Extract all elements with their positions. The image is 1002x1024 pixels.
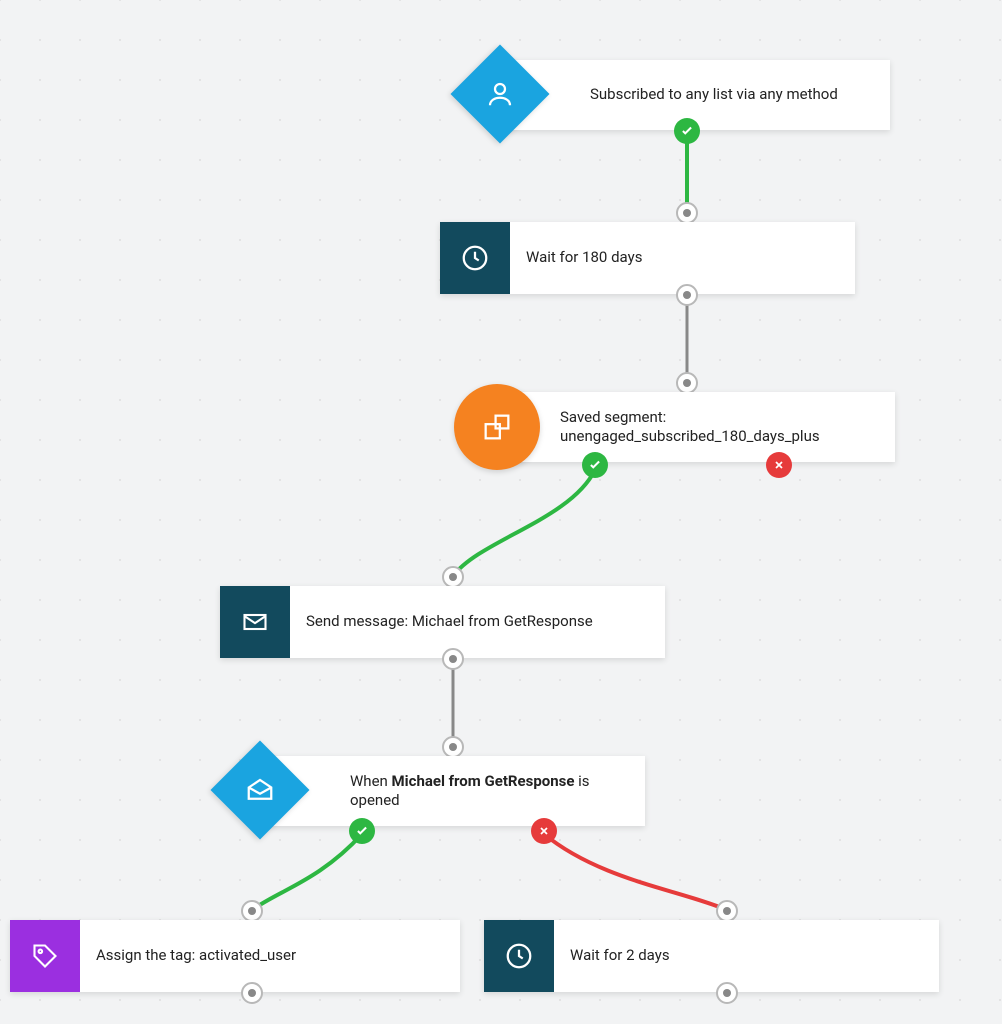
opened-label: When Michael from GetResponse is opened: [350, 772, 629, 811]
user-icon: [485, 79, 515, 109]
clock-icon: [504, 941, 534, 971]
segment-circle: [454, 384, 540, 470]
node-assign-tag[interactable]: Assign the tag: activated_user: [10, 920, 460, 992]
port-wait180-out[interactable]: [676, 284, 698, 306]
workflow-canvas[interactable]: Subscribed to any list via any method Wa…: [0, 0, 1002, 1024]
edge-wait180-to-segment: [0, 0, 1002, 1024]
assign-icon-box: [10, 920, 80, 992]
wait180-icon-box: [440, 222, 510, 294]
edge-send-to-opened: [0, 0, 1002, 1024]
opened-yes-badge[interactable]: [349, 818, 375, 844]
node-wait-180-days[interactable]: Wait for 180 days: [440, 222, 855, 294]
edge-segment-yes-to-send: [0, 0, 1002, 1024]
port-opened-in[interactable]: [442, 736, 464, 758]
node-trigger-subscribed[interactable]: Subscribed to any list via any method: [500, 60, 890, 130]
send-label-value: Michael from GetResponse: [412, 612, 593, 630]
edge-opened-yes-to-assign: [0, 0, 1002, 1024]
open-mail-icon: [245, 775, 275, 805]
wait2-icon-box: [484, 920, 554, 992]
port-wait2-out[interactable]: [716, 982, 738, 1004]
check-icon: [588, 458, 602, 472]
check-icon: [680, 124, 694, 138]
port-assign-out[interactable]: [241, 982, 263, 1004]
node-message-opened[interactable]: When Michael from GetResponse is opened: [260, 756, 645, 826]
wait2-label: Wait for 2 days: [570, 946, 670, 966]
opened-label-bold: Michael from GetResponse: [392, 772, 575, 790]
send-label: Send message: Michael from GetResponse: [306, 612, 593, 632]
edge-trigger-to-wait180: [0, 0, 1002, 1024]
tag-icon: [31, 942, 59, 970]
edge-opened-no-to-wait2: [0, 0, 1002, 1024]
port-assign-in[interactable]: [241, 900, 263, 922]
segment-yes-badge[interactable]: [582, 452, 608, 478]
node-send-message[interactable]: Send message: Michael from GetResponse: [220, 586, 665, 658]
clock-icon: [460, 243, 490, 273]
close-icon: [538, 825, 550, 837]
node-trigger-label: Subscribed to any list via any method: [590, 85, 838, 105]
assign-label: Assign the tag: activated_user: [96, 946, 296, 966]
trigger-yes-badge[interactable]: [674, 118, 700, 144]
node-wait-2-days[interactable]: Wait for 2 days: [484, 920, 939, 992]
send-label-prefix: Send message:: [306, 612, 412, 630]
port-wait180-in[interactable]: [676, 202, 698, 224]
segment-label: Saved segment: unengaged_subscribed_180_…: [560, 408, 879, 447]
node-saved-segment[interactable]: Saved segment: unengaged_subscribed_180_…: [500, 392, 895, 462]
opened-no-badge[interactable]: [531, 818, 557, 844]
port-send-out[interactable]: [442, 648, 464, 670]
wait180-label: Wait for 180 days: [526, 248, 642, 268]
segment-icon: [480, 410, 514, 444]
close-icon: [773, 459, 785, 471]
mail-icon: [241, 608, 269, 636]
send-icon-box: [220, 586, 290, 658]
check-icon: [355, 824, 369, 838]
port-segment-in[interactable]: [676, 372, 698, 394]
port-send-in[interactable]: [442, 566, 464, 588]
port-wait2-in[interactable]: [716, 900, 738, 922]
opened-label-prefix: When: [350, 772, 392, 790]
segment-no-badge[interactable]: [766, 452, 792, 478]
